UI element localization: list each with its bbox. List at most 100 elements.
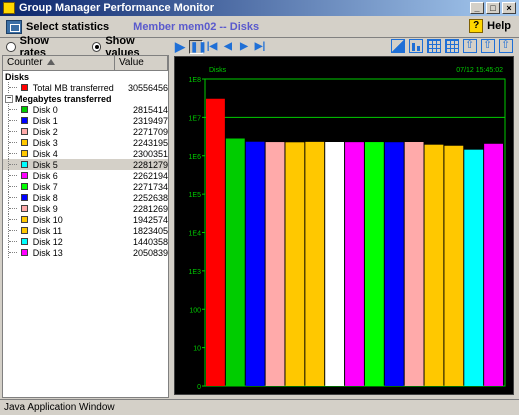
select-statistics-label: Select statistics <box>26 20 110 33</box>
bar-8 <box>364 142 384 386</box>
radio-dot-values <box>91 41 102 52</box>
bar-0 <box>206 98 225 387</box>
first-button[interactable]: |◀ <box>205 40 219 54</box>
counter-value: 2050839 <box>132 247 168 258</box>
zoom-out-icon[interactable] <box>499 38 513 53</box>
list-item[interactable]: Disk 8 2252638 <box>3 192 168 203</box>
window-title: Group Manager Performance Monitor <box>19 2 214 14</box>
color-swatch <box>21 139 28 146</box>
group-megabytes[interactable]: − Megabytes transferred <box>3 93 168 104</box>
next-button[interactable]: ▶ <box>237 40 251 54</box>
table-grid-icon[interactable] <box>445 39 459 53</box>
counter-value: 30556456 <box>127 82 168 93</box>
list-item[interactable]: Disk 9 2281269 <box>3 203 168 214</box>
export-icon[interactable] <box>463 38 477 53</box>
list-item[interactable]: Total MB transferred 30556456 <box>3 82 168 93</box>
counter-value: 2271734 <box>132 181 168 192</box>
grid-icon[interactable] <box>427 39 441 53</box>
counter-column-header[interactable]: Counter <box>3 56 115 70</box>
bar-chart-icon[interactable] <box>409 39 423 53</box>
color-swatch <box>21 216 28 223</box>
group-label: Disks <box>5 71 30 82</box>
select-statistics-button[interactable]: Select statistics <box>6 19 110 34</box>
y-tick-label: 100 <box>189 307 201 314</box>
last-button[interactable]: ▶| <box>253 40 267 54</box>
counter-name: Disk 13 <box>32 247 63 258</box>
bar-1 <box>225 138 245 386</box>
bar-3 <box>265 142 285 386</box>
tree-connector <box>8 214 21 225</box>
counter-name: Disk 11 <box>32 225 63 236</box>
counter-value: 1942574 <box>132 214 168 225</box>
counter-name: Disk 0 <box>32 104 58 115</box>
list-item[interactable]: Disk 6 2262194 <box>3 170 168 181</box>
color-swatch <box>21 249 28 256</box>
maximize-button[interactable]: □ <box>486 2 500 14</box>
list-item[interactable]: Disk 2 2271709 <box>3 126 168 137</box>
bar-9 <box>384 142 404 386</box>
prev-button[interactable]: ◀ <box>221 40 235 54</box>
counter-value: 2281279 <box>132 159 168 170</box>
radio-dot-rates <box>6 41 16 52</box>
bar-11 <box>424 144 444 386</box>
list-body: Disks Total MB transferred 30556456− Megaby… <box>3 71 168 258</box>
y-tick-label: 10 <box>193 346 201 353</box>
help-button[interactable]: ? Help <box>469 19 511 33</box>
tree-connector <box>8 126 21 137</box>
color-swatch <box>21 172 28 179</box>
counter-name: Disk 9 <box>32 203 58 214</box>
member-title: Member mem02 -- Disks <box>133 20 260 33</box>
title-bar: Group Manager Performance Monitor _ □ × <box>0 0 519 16</box>
color-swatch <box>21 117 28 124</box>
counter-value: 2271709 <box>132 126 168 137</box>
group-disks[interactable]: Disks <box>3 71 168 82</box>
color-swatch <box>21 150 28 157</box>
bar-2 <box>245 141 265 386</box>
counter-name: Disk 6 <box>32 170 58 181</box>
close-button[interactable]: × <box>502 2 516 14</box>
color-swatch <box>21 84 28 91</box>
list-item[interactable]: Disk 3 2243195 <box>3 137 168 148</box>
list-item[interactable]: Disk 1 2319497 <box>3 115 168 126</box>
list-item[interactable]: Disk 12 1440358 <box>3 236 168 247</box>
bar-6 <box>325 142 345 386</box>
y-tick-label: 1E6 <box>189 154 202 161</box>
list-item[interactable]: Disk 10 1942574 <box>3 214 168 225</box>
color-swatch <box>21 205 28 212</box>
tree-connector <box>8 82 21 93</box>
counter-value: 2252638 <box>132 192 168 203</box>
counter-value: 2319497 <box>132 115 168 126</box>
pause-button[interactable]: ❚❚ <box>189 39 207 54</box>
tree-connector <box>8 225 21 236</box>
counter-value: 1823405 <box>132 225 168 236</box>
counter-name: Disk 1 <box>32 115 58 126</box>
list-item[interactable]: Disk 7 2271734 <box>3 181 168 192</box>
list-item[interactable]: Disk 0 2815414 <box>3 104 168 115</box>
counter-value: 1440358 <box>132 236 168 247</box>
counter-name: Disk 10 <box>32 214 63 225</box>
color-swatch <box>21 128 28 135</box>
collapse-icon[interactable]: − <box>5 94 13 103</box>
counter-value: 2281269 <box>132 203 168 214</box>
tree-connector <box>8 181 21 192</box>
counter-panel: Show rates Show values Counter Value Dis… <box>2 35 169 398</box>
bar-12 <box>444 145 464 386</box>
play-button[interactable]: ▶ <box>173 39 187 54</box>
list-item[interactable]: Disk 5 2281279 <box>3 159 168 170</box>
zoom-in-icon[interactable] <box>481 38 495 53</box>
list-item[interactable]: Disk 13 2050839 <box>3 247 168 258</box>
list-item[interactable]: Disk 4 2300351 <box>3 148 168 159</box>
list-item[interactable]: Disk 11 1823405 <box>3 225 168 236</box>
tree-connector <box>8 148 21 159</box>
disks-bar-chart: 0 10 100 1E3 1E4 1E5 1E6 1E7 1E8 Disks 07/12 15:45… <box>189 67 506 391</box>
value-column-header[interactable]: Value <box>115 56 168 70</box>
tree-connector <box>8 170 21 181</box>
tree-connector <box>8 247 21 258</box>
bar-7 <box>345 142 364 386</box>
tree-connector <box>8 115 21 126</box>
area-chart-icon[interactable] <box>391 39 405 53</box>
counter-list[interactable]: Counter Value Disks Total MB transferred 3… <box>2 55 169 398</box>
color-swatch <box>21 238 28 245</box>
minimize-button[interactable]: _ <box>470 2 484 14</box>
y-tick-label: 0 <box>197 384 201 391</box>
